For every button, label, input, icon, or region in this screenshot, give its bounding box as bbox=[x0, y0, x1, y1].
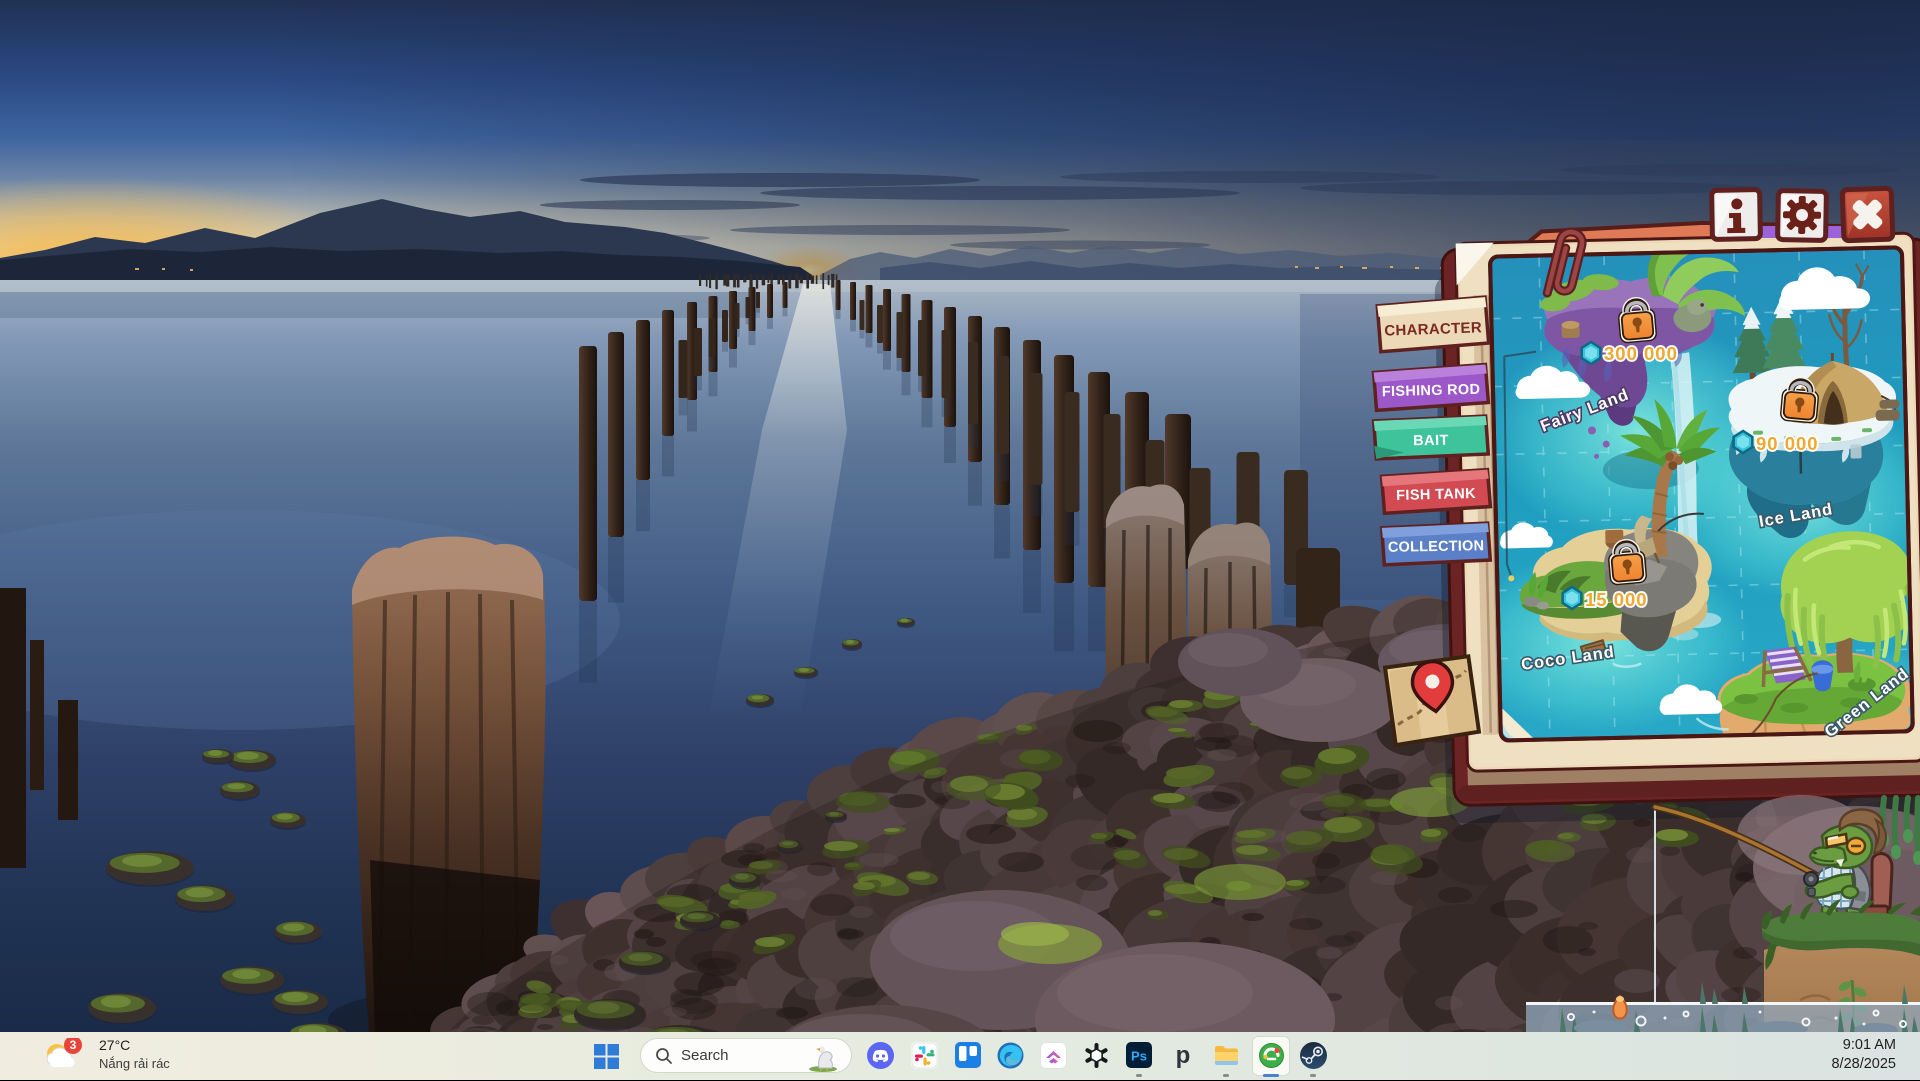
svg-text:p: p bbox=[1176, 1042, 1191, 1068]
svg-text:Ps: Ps bbox=[1131, 1049, 1147, 1064]
